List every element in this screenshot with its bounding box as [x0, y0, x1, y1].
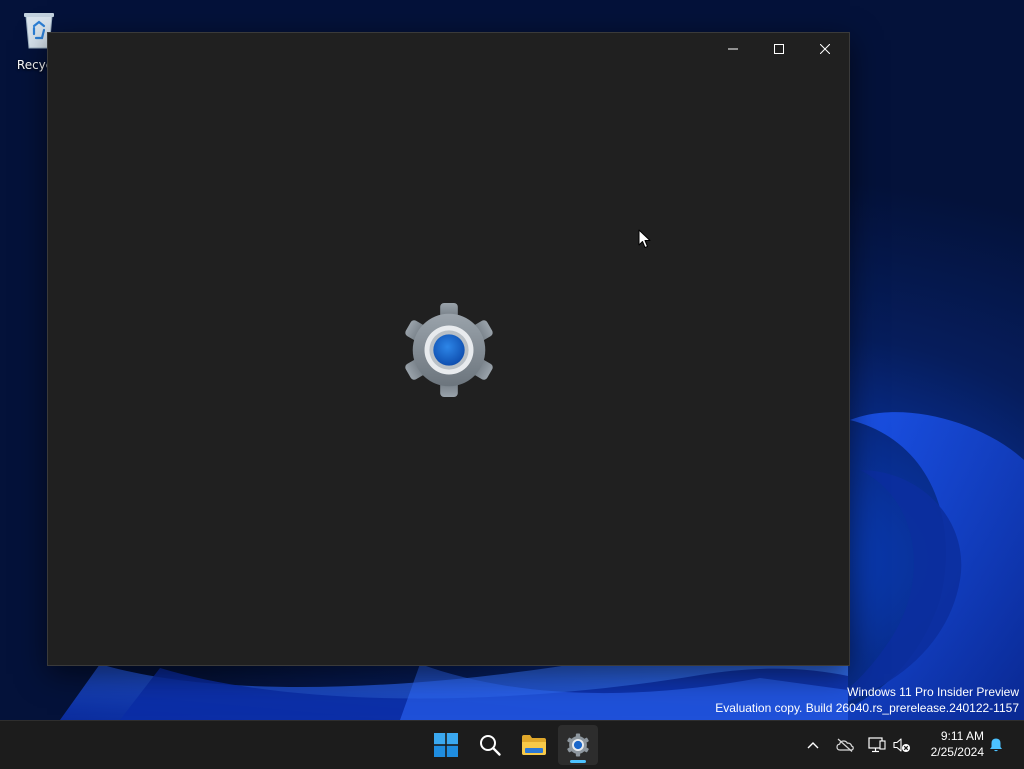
search-button[interactable]: [470, 725, 510, 765]
minimize-icon: [728, 48, 738, 50]
clock-date: 2/25/2024: [930, 745, 984, 759]
maximize-icon: [774, 44, 784, 54]
onedrive-tray-button[interactable]: [835, 735, 855, 755]
windows-logo-icon: [434, 733, 458, 757]
close-button[interactable]: [802, 33, 848, 65]
show-hidden-icons-button[interactable]: [803, 735, 823, 755]
start-button[interactable]: [426, 725, 466, 765]
onedrive-icon: [836, 738, 854, 752]
folder-icon: [522, 735, 546, 755]
network-icon: [868, 737, 886, 753]
notifications-button[interactable]: [986, 735, 1006, 755]
gear-icon: [405, 302, 493, 398]
file-explorer-button[interactable]: [514, 725, 554, 765]
taskbar-clock[interactable]: 9:11 AM 2/25/2024: [920, 728, 984, 760]
taskbar: [0, 720, 1024, 769]
network-tray-button[interactable]: [867, 735, 887, 755]
close-icon: [820, 44, 830, 54]
speaker-muted-icon: [893, 738, 910, 752]
minimize-button[interactable]: [710, 33, 756, 65]
notification-bell-icon: [990, 738, 1002, 752]
gear-icon: [567, 733, 589, 757]
watermark-build: Evaluation copy. Build 26040.rs_prerelea…: [715, 701, 1019, 715]
clock-time: 9:11 AM: [940, 729, 984, 743]
search-icon: [480, 735, 501, 756]
watermark-edition: Windows 11 Pro Insider Preview: [847, 685, 1019, 699]
active-app-indicator: [570, 760, 586, 763]
settings-taskbar-button[interactable]: [558, 725, 598, 765]
windows-watermark: Windows 11 Pro Insider Preview Evaluatio…: [715, 684, 1019, 716]
chevron-up-icon: [807, 742, 819, 749]
volume-tray-button[interactable]: [892, 735, 912, 755]
mouse-cursor-icon: [638, 229, 651, 248]
maximize-button[interactable]: [756, 33, 802, 65]
settings-window[interactable]: [47, 32, 850, 666]
